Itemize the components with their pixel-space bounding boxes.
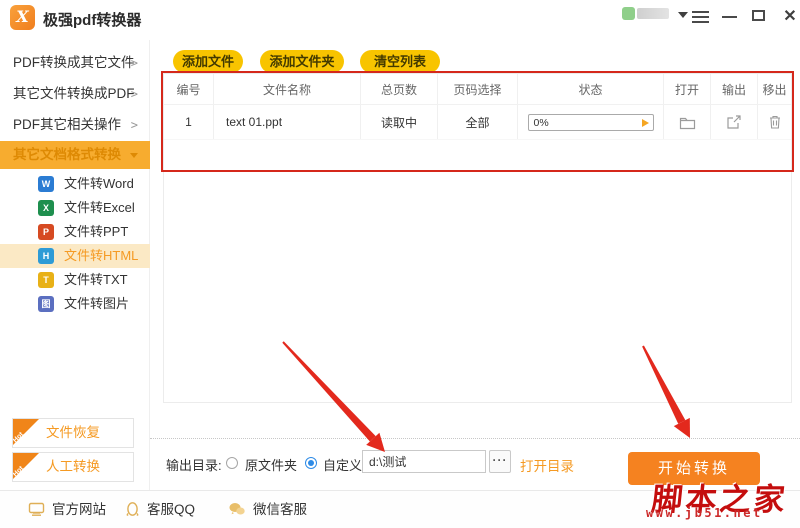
- row-output[interactable]: [711, 105, 758, 139]
- ppt-file-icon: P: [38, 224, 54, 240]
- open-folder-icon: [679, 117, 695, 129]
- col-page-select: 页码选择: [438, 74, 518, 104]
- account-dropdown-icon[interactable]: [678, 12, 688, 18]
- html-file-icon: H: [38, 248, 54, 264]
- chevron-right-icon: >: [130, 56, 138, 70]
- col-index: 编号: [164, 74, 214, 104]
- col-total-pages: 总页数: [361, 74, 438, 104]
- manual-convert-button[interactable]: 人工转换 Hot: [12, 452, 134, 482]
- row-open[interactable]: [664, 105, 711, 139]
- user-avatar[interactable]: [622, 7, 635, 20]
- col-status: 状态: [518, 74, 664, 104]
- footer: 官方网站 客服QQ 微信客服: [0, 490, 800, 528]
- open-directory-link[interactable]: 打开目录: [520, 455, 574, 475]
- chevron-right-icon: >: [130, 87, 138, 101]
- group-label: PDF其它相关操作: [13, 117, 121, 132]
- col-remove: 移出: [762, 82, 787, 97]
- sidebar-item-file-to-html[interactable]: H 文件转HTML: [0, 244, 150, 268]
- group-label: PDF转换成其它文件: [13, 55, 135, 70]
- col-output: 输出: [711, 74, 758, 104]
- group-label: 其它文档格式转换: [13, 147, 121, 162]
- add-folder-button[interactable]: 添加文件夹: [260, 50, 344, 73]
- row-total-pages: 读取中: [361, 105, 438, 139]
- sidebar-group-doc-format-convert[interactable]: 其它文档格式转换: [0, 141, 150, 169]
- sidebar-group-pdf-to-other[interactable]: PDF转换成其它文件 >: [0, 48, 150, 78]
- table-header: 编号 文件名称 总页数 页码选择 状态 打开 输出 移出: [164, 74, 791, 105]
- sidebar-item-file-to-ppt[interactable]: P 文件转PPT: [0, 220, 150, 244]
- wechat-support-link[interactable]: 微信客服: [228, 500, 307, 520]
- minimize-button[interactable]: [722, 8, 742, 26]
- app-title: 极强pdf转换器: [43, 12, 142, 29]
- row-index: 1: [164, 105, 214, 139]
- qq-support-link[interactable]: 客服QQ: [125, 500, 195, 520]
- output-path-input[interactable]: [362, 450, 486, 473]
- maximize-button[interactable]: [752, 8, 772, 26]
- radio-original-folder-label[interactable]: 原文件夹: [245, 455, 297, 474]
- wechat-icon: [229, 503, 245, 515]
- titlebar: X 极强pdf转换器 ✕: [0, 0, 800, 40]
- clear-list-button[interactable]: 清空列表: [360, 50, 440, 73]
- radio-custom[interactable]: [305, 457, 317, 469]
- progress-arrow-icon: [641, 119, 649, 127]
- trash-icon: [769, 115, 780, 129]
- file-list-panel: 编号 文件名称 总页数 页码选择 状态 打开 输出 移出 1 text 01.p…: [163, 73, 792, 403]
- row-page-select[interactable]: 全部: [438, 105, 518, 139]
- export-icon: [727, 115, 741, 129]
- user-name-blurred[interactable]: [637, 8, 669, 19]
- sidebar-item-file-to-txt[interactable]: T 文件转TXT: [0, 268, 150, 292]
- progress-bar: 0%: [527, 113, 654, 131]
- output-dir-label: 输出目录:: [166, 458, 222, 473]
- chevron-down-icon: [130, 153, 138, 158]
- sidebar-item-file-to-excel[interactable]: X 文件转Excel: [0, 196, 150, 220]
- row-remove[interactable]: [758, 105, 791, 139]
- start-convert-button[interactable]: 开始转换: [628, 452, 760, 485]
- sidebar: PDF转换成其它文件 > 其它文件转换成PDF > PDF其它相关操作 > 其它…: [0, 40, 150, 490]
- row-status: 0%: [518, 105, 664, 139]
- sidebar-item-file-to-word[interactable]: W 文件转Word: [0, 172, 150, 196]
- row-filename: text 01.ppt: [214, 105, 361, 139]
- image-file-icon: 图: [38, 296, 54, 312]
- txt-file-icon: T: [38, 272, 54, 288]
- progress-percent: 0%: [533, 116, 549, 129]
- radio-custom-label[interactable]: 自定义: [323, 455, 362, 474]
- word-file-icon: W: [38, 176, 54, 192]
- excel-file-icon: X: [38, 200, 54, 216]
- app-logo-icon: X: [10, 5, 35, 30]
- qq-icon: [126, 502, 139, 516]
- app-window: X 极强pdf转换器 ✕ PDF转换成其它文件 > 其它文件转换成PDF > P…: [0, 0, 800, 528]
- official-site-link[interactable]: 官方网站: [28, 500, 106, 520]
- file-recovery-button[interactable]: 文件恢复 Hot: [12, 418, 134, 448]
- sidebar-item-file-to-image[interactable]: 图 文件转图片: [0, 292, 150, 316]
- sidebar-group-other-to-pdf[interactable]: 其它文件转换成PDF >: [0, 79, 150, 109]
- add-file-button[interactable]: 添加文件: [173, 50, 243, 73]
- sidebar-group-pdf-ops[interactable]: PDF其它相关操作 >: [0, 110, 150, 140]
- arrow-to-start-button-head: [673, 417, 690, 438]
- group-label: 其它文件转换成PDF: [13, 86, 135, 101]
- chevron-right-icon: >: [130, 118, 138, 132]
- radio-original-folder[interactable]: [226, 457, 238, 469]
- col-filename: 文件名称: [214, 74, 361, 104]
- browse-button[interactable]: ···: [489, 450, 511, 473]
- table-row: 1 text 01.ppt 读取中 全部 0%: [164, 105, 791, 140]
- menu-icon[interactable]: [692, 8, 712, 26]
- col-open: 打开: [664, 74, 711, 104]
- monitor-icon: [28, 502, 45, 516]
- separator: [150, 438, 800, 439]
- close-button[interactable]: ✕: [780, 8, 800, 26]
